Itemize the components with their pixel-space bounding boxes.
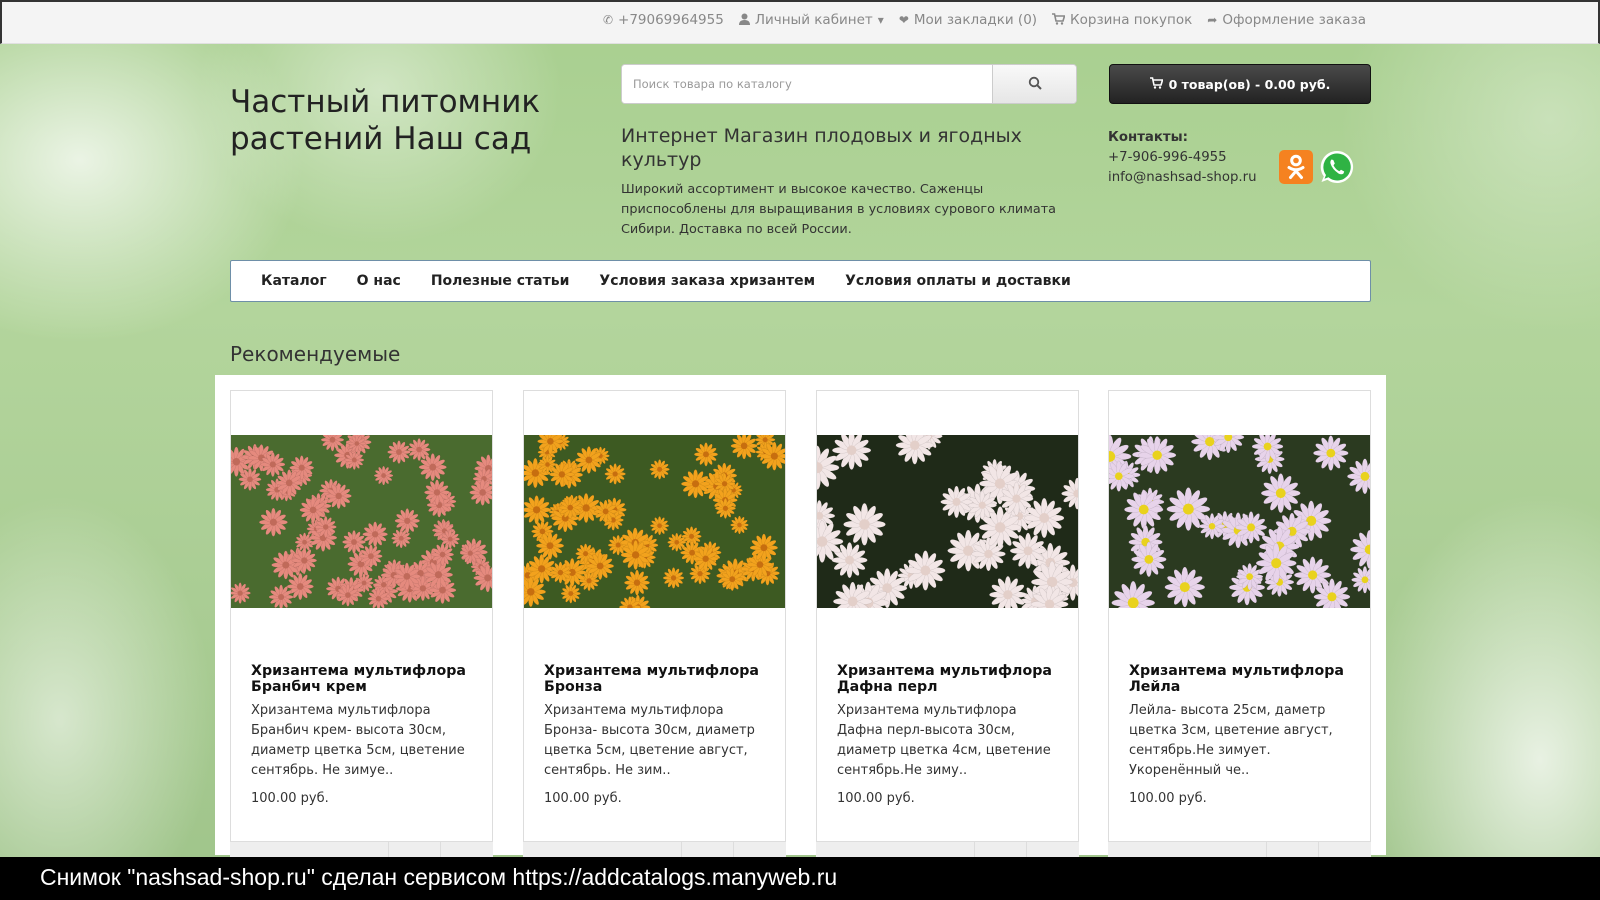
phone-icon: ✆ <box>602 13 614 27</box>
product-description: Лейла- высота 25см, даметр цветка 3см, ц… <box>1129 703 1333 778</box>
bookmarks-link[interactable]: ❤ Мои закладки (0) <box>899 12 1037 28</box>
product-price: 100.00 руб. <box>251 791 329 806</box>
cart-link-label: Корзина покупок <box>1070 12 1193 28</box>
section-title: Рекомендуемые <box>230 342 401 366</box>
site-logo[interactable]: Частный питомник растений Наш сад <box>230 84 550 158</box>
top-phone-label: +79069964955 <box>618 12 724 28</box>
shopping-cart-icon <box>1149 76 1164 92</box>
nav-catalog[interactable]: Каталог <box>261 273 327 289</box>
product-price: 100.00 руб. <box>837 791 915 806</box>
nav-articles[interactable]: Полезные статьи <box>431 273 570 289</box>
nav-payment-delivery[interactable]: Условия оплаты и доставки <box>845 273 1071 289</box>
shop-tagline: Интернет Магазин плодовых и ягодных куль… <box>621 125 1022 171</box>
product-description: Хризантема мультифлора Бронза- высота 30… <box>544 703 755 778</box>
product-name[interactable]: Хризантема мультифлора Бранбич крем <box>251 663 476 695</box>
top-phone-link[interactable]: ✆ +79069964955 <box>603 12 724 28</box>
nav-order-terms[interactable]: Условия заказа хризантем <box>599 273 815 289</box>
products-panel: Хризантема мультифлора Бранбич крем Хриз… <box>215 375 1386 861</box>
product-photo[interactable] <box>231 435 492 608</box>
cart-link[interactable]: Корзина покупок <box>1052 12 1192 28</box>
contacts-phone[interactable]: +7-906-996-4955 <box>1108 148 1278 168</box>
product-description: Хризантема мультифлора Дафна перл-высота… <box>837 703 1051 778</box>
social-links <box>1279 149 1355 185</box>
search-button[interactable] <box>992 65 1076 103</box>
product-name[interactable]: Хризантема мультифлора Дафна перл <box>837 663 1062 695</box>
top-nav: ✆ +79069964955 Личный кабинет ▾ ❤ Мои за… <box>603 12 1366 28</box>
product-photo[interactable] <box>817 435 1078 608</box>
odnoklassniki-icon[interactable] <box>1279 150 1313 184</box>
product-name[interactable]: Хризантема мультифлора Лейла <box>1129 663 1354 695</box>
checkout-link[interactable]: ➦ Оформление заказа <box>1207 12 1366 28</box>
nav-about[interactable]: О нас <box>357 273 401 289</box>
cart-button[interactable]: 0 товар(ов) - 0.00 руб. <box>1109 64 1371 104</box>
product-price: 100.00 руб. <box>1129 791 1207 806</box>
flower-photo <box>1109 435 1370 608</box>
search-input[interactable] <box>622 65 992 103</box>
search-icon <box>1028 75 1042 94</box>
shopping-cart-icon <box>1052 12 1066 28</box>
product-card: Хризантема мультифлора Лейла Лейла- высо… <box>1108 390 1371 861</box>
product-photo[interactable] <box>1109 435 1370 608</box>
flower-photo <box>817 435 1078 608</box>
top-bar: ✆ +79069964955 Личный кабинет ▾ ❤ Мои за… <box>0 0 1600 44</box>
contacts-block: Контакты: +7-906-996-4955 info@nashsad-s… <box>1108 128 1278 188</box>
account-dropdown[interactable]: Личный кабинет ▾ <box>738 12 884 28</box>
account-label: Личный кабинет <box>754 12 873 28</box>
product-card: Хризантема мультифлора Бронза Хризантема… <box>523 390 786 861</box>
screenshot-caption: Снимок "nashsad-shop.ru" сделан сервисом… <box>0 857 1600 900</box>
contacts-email[interactable]: info@nashsad-shop.ru <box>1108 168 1278 188</box>
whatsapp-icon[interactable] <box>1319 149 1355 185</box>
heart-icon: ❤ <box>898 13 909 27</box>
flower-photo <box>231 435 492 608</box>
user-icon <box>738 13 750 28</box>
product-description: Хризантема мультифлора Бранбич крем- выс… <box>251 703 465 778</box>
flower-photo <box>524 435 785 608</box>
main-navigation: Каталог О нас Полезные статьи Условия за… <box>230 260 1371 302</box>
product-photo[interactable] <box>524 435 785 608</box>
caret-down-icon: ▾ <box>877 13 884 27</box>
cart-button-label: 0 товар(ов) - 0.00 руб. <box>1168 76 1331 92</box>
product-price: 100.00 руб. <box>544 791 622 806</box>
contacts-title: Контакты: <box>1108 130 1188 145</box>
product-card: Хризантема мультифлора Бранбич крем Хриз… <box>230 390 493 861</box>
bookmarks-label: Мои закладки (0) <box>913 12 1038 28</box>
search-box <box>621 64 1077 104</box>
product-name[interactable]: Хризантема мультифлора Бронза <box>544 663 769 695</box>
share-arrow-icon: ➦ <box>1207 13 1218 27</box>
shop-description: Широкий ассортимент и высокое качество. … <box>621 182 1056 237</box>
product-card: Хризантема мультифлора Дафна перл Хризан… <box>816 390 1079 861</box>
checkout-label: Оформление заказа <box>1222 12 1366 28</box>
